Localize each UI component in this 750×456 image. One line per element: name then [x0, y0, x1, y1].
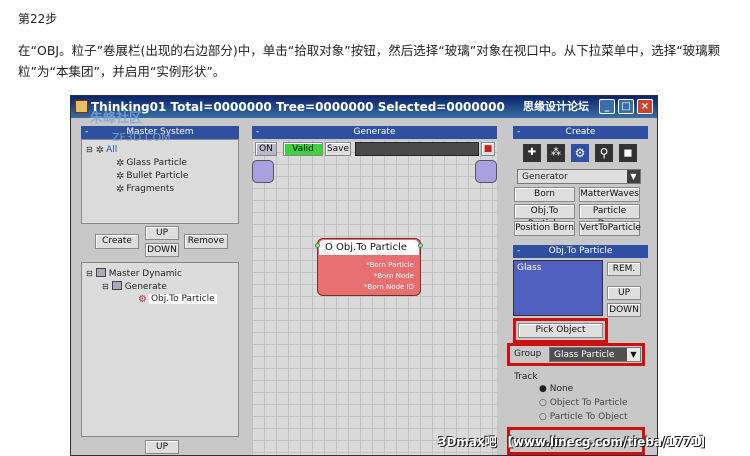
graph-name-field[interactable]	[355, 142, 479, 156]
verttoparticle-button[interactable]: VertToParticle	[579, 221, 641, 236]
object-down-button[interactable]: DOWN	[607, 303, 641, 317]
node-port[interactable]: *Born Node	[374, 272, 414, 280]
node-output-pin[interactable]	[418, 243, 423, 248]
particle-icon: ✲	[116, 184, 125, 195]
chevron-down-icon: ▼	[627, 170, 640, 183]
tree-item-all[interactable]: ⊟ ✲ All	[86, 145, 117, 156]
gear-icon[interactable]: ⚙	[571, 144, 589, 162]
node-input-pin[interactable]	[315, 243, 320, 248]
watermark-bottom: 3Dmax吧 【www.linecg.com/tieba/1771】	[438, 435, 712, 449]
down-button[interactable]: DOWN	[145, 243, 179, 257]
node-port[interactable]: *Born Particle	[366, 261, 414, 269]
obj-to-particle-header[interactable]: - Obj.To Particle	[513, 245, 648, 258]
pick-object-highlight	[513, 318, 608, 343]
create-button[interactable]: Create	[95, 234, 139, 249]
grid-icon[interactable]: ✚	[523, 144, 541, 162]
minimize-icon[interactable]: _	[599, 99, 615, 114]
list-item[interactable]: Glass	[514, 261, 602, 275]
application-window: Thinking01 Total=0000000 Tree=0000000 Se…	[70, 95, 658, 456]
node-graph-canvas[interactable]	[252, 140, 497, 455]
cube-icon[interactable]: ◼	[619, 144, 637, 162]
master-system-tree: ⊟ ✲ All ✲ Glass Particle ✲ Bullet Particle ✲…	[81, 139, 239, 224]
app-icon	[75, 100, 88, 113]
particle-draw-button[interactable]: Particle Draw	[579, 204, 640, 229]
track-object-to-particle-radio[interactable]: ○ Object To Particle	[539, 398, 627, 408]
matterwaves-button[interactable]: MatterWaves	[579, 187, 640, 202]
output-pad[interactable]	[475, 160, 497, 183]
position-born-button[interactable]: Position Born	[514, 221, 575, 236]
forum-label: 思缘设计论坛	[523, 100, 589, 113]
born-button[interactable]: Born	[514, 187, 575, 202]
maximize-icon[interactable]: □	[618, 99, 634, 114]
search-icon[interactable]: ⚲	[595, 144, 613, 162]
instruction-text: 在“OBJ。粒子”卷展栏(出现的右边部分)中，单击“拾取对象”按钮，然后选择“玻…	[18, 43, 721, 79]
dynamic-up-button[interactable]: UP	[145, 440, 179, 454]
obj-to-particle-button[interactable]: Obj.To Particle	[514, 204, 575, 229]
group-highlight	[507, 343, 645, 366]
particle-icon: ✲	[116, 158, 125, 169]
particle-icon: ✲	[95, 145, 105, 156]
track-label: Track	[514, 372, 538, 382]
tree-item-bullet-particle[interactable]: ✲ Bullet Particle	[116, 171, 188, 182]
save-button[interactable]: Save	[325, 142, 351, 156]
node-title: O Obj.To Particle	[319, 240, 419, 255]
create-header[interactable]: - Create	[513, 126, 648, 139]
particle-icon: ✲	[116, 171, 125, 182]
obj-to-particle-node[interactable]: O Obj.To Particle *Born Particle *Born N…	[317, 238, 421, 296]
scatter-icon[interactable]: ⁂	[547, 144, 565, 162]
watermark-site-cn: 朱峰社区	[90, 111, 143, 126]
close-icon[interactable]: ×	[637, 99, 653, 114]
track-none-radio[interactable]: ● None	[539, 384, 573, 394]
stop-icon[interactable]: ■	[481, 142, 495, 156]
valid-indicator[interactable]: Valid	[283, 142, 323, 156]
up-button[interactable]: UP	[145, 226, 179, 240]
category-dropdown[interactable]: Generator ▼	[517, 169, 641, 184]
on-button[interactable]: ON	[255, 142, 277, 156]
input-pad[interactable]	[252, 160, 274, 183]
group-icon	[95, 268, 106, 277]
toolbar-icons: ✚ ⁂ ⚙ ⚲ ◼	[523, 144, 641, 164]
tree-item-glass-particle[interactable]: ✲ Glass Particle	[116, 158, 187, 169]
object-list[interactable]: Glass	[513, 260, 603, 316]
gear-icon: ⚙	[138, 294, 147, 305]
tree-item-obj-to-particle[interactable]: ⚙ Obj.To Particle	[138, 294, 217, 305]
node-port[interactable]: *Born Node ID	[364, 283, 414, 291]
window-title: Thinking01 Total=0000000 Tree=0000000 Se…	[91, 100, 505, 114]
track-particle-to-object-radio[interactable]: ○ Particle To Object	[539, 412, 627, 422]
remove-button[interactable]: Remove	[184, 234, 228, 249]
tree-item-master-dynamic[interactable]: ⊟ Master Dynamic	[86, 268, 182, 279]
tree-item-generate[interactable]: ⊟ Generate	[102, 281, 167, 292]
watermark-site-en: ZF3D.COM	[112, 131, 171, 144]
remove-object-button[interactable]: REM.	[607, 262, 641, 276]
master-dynamic-tree: ⊟ Master Dynamic ⊟ Generate ⚙ Obj.To Partic…	[81, 262, 239, 437]
tree-item-fragments[interactable]: ✲ Fragments	[116, 184, 174, 195]
generate-header[interactable]: - Generate	[252, 126, 497, 139]
title-bar: Thinking01 Total=0000000 Tree=0000000 Se…	[71, 96, 657, 118]
object-up-button[interactable]: UP	[607, 286, 641, 300]
step-label: 第22步	[18, 12, 58, 26]
group-icon	[111, 281, 122, 290]
